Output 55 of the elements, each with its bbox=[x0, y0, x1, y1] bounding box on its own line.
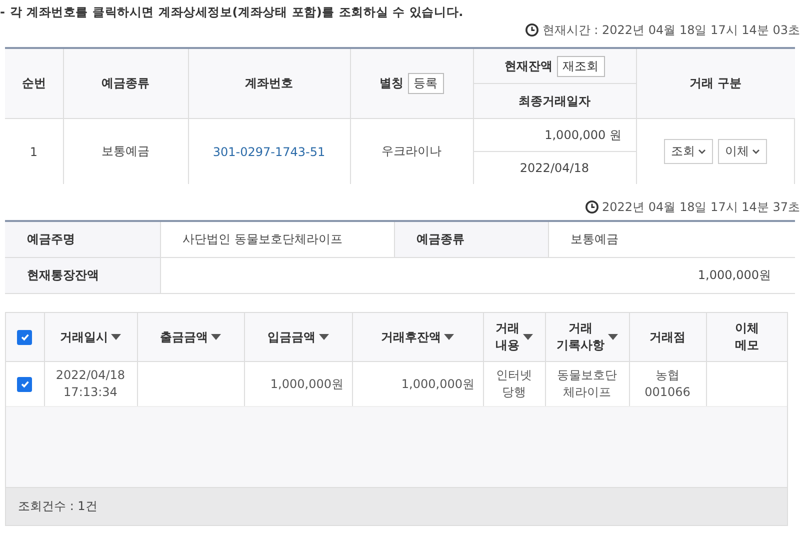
result-count: 조회건수 : 1건 bbox=[6, 487, 787, 525]
field-value: 1,000,000원 bbox=[160, 258, 795, 294]
table-cell: 1,000,000원 bbox=[270, 376, 344, 391]
refresh-button[interactable]: 재조회 bbox=[556, 56, 605, 76]
table-cell: 보통예금 bbox=[63, 118, 188, 184]
column-header: 거래점 bbox=[629, 313, 706, 362]
column-header: 별칭 bbox=[379, 76, 404, 90]
column-header: 계좌번호 bbox=[188, 48, 350, 118]
field-label: 예금종류 bbox=[394, 221, 548, 258]
table-cell: 우크라이나 bbox=[350, 118, 473, 184]
column-header[interactable]: 거래일시 bbox=[44, 313, 137, 362]
sort-icon[interactable] bbox=[522, 334, 532, 340]
current-time: 현재시간 : 2022년 04월 18일 17시 14분 03초 bbox=[542, 22, 800, 38]
column-header: 최종거래일자 bbox=[473, 84, 636, 118]
table-cell: 1,000,000원 bbox=[401, 376, 474, 391]
row-checkbox[interactable] bbox=[17, 376, 32, 392]
checkmark-icon bbox=[20, 332, 30, 342]
table-cell: 2022/04/18 17:13:34 bbox=[56, 368, 126, 399]
column-header: 현재잔액 bbox=[504, 58, 552, 72]
register-button[interactable]: 등록 bbox=[408, 73, 444, 94]
table-cell: 인터넷 당행 bbox=[496, 368, 532, 399]
lookup-time: 2022년 04월 18일 17시 14분 37초 bbox=[602, 198, 800, 216]
column-header: 이체 메모 bbox=[706, 313, 787, 362]
clock-icon bbox=[525, 23, 540, 37]
checkmark-icon bbox=[20, 379, 30, 390]
dropdown-button[interactable]: 이체 bbox=[718, 139, 767, 164]
field-value: 사단법인 동물보호단체라이프 bbox=[160, 221, 394, 258]
column-header: 순번 bbox=[5, 48, 63, 118]
field-label: 예금주명 bbox=[5, 221, 160, 258]
column-header[interactable]: 입금금액 bbox=[244, 313, 352, 362]
column-header[interactable]: 거래 내용 bbox=[483, 313, 545, 362]
sort-icon[interactable] bbox=[211, 334, 221, 340]
select-all-checkbox[interactable] bbox=[17, 330, 32, 345]
table-cell: 2022/04/18 bbox=[473, 152, 636, 184]
column-header[interactable]: 거래 기록사항 bbox=[545, 313, 629, 362]
caret-icon bbox=[752, 149, 760, 154]
notice-text: - 각 계좌번호를 클릭하시면 계좌상세정보(계좌상태 포함)를 조회하실 수 있습니다. bbox=[0, 4, 464, 21]
column-header[interactable]: 거래후잔액 bbox=[352, 313, 483, 362]
caret-icon bbox=[698, 149, 706, 154]
sort-icon[interactable] bbox=[608, 334, 618, 340]
sort-icon[interactable] bbox=[318, 334, 328, 340]
column-header: 거래 구분 bbox=[636, 48, 794, 118]
table-cell: 1,000,000 원 bbox=[473, 118, 636, 152]
field-label: 현재통장잔액 bbox=[5, 258, 160, 294]
sort-icon[interactable] bbox=[444, 334, 454, 340]
table-cell: 1 bbox=[5, 118, 63, 184]
sort-icon[interactable] bbox=[111, 334, 121, 340]
column-header[interactable]: 출금금액 bbox=[137, 313, 244, 362]
column-header: 예금종류 bbox=[63, 48, 188, 118]
field-value: 보통예금 bbox=[548, 221, 795, 258]
account-number-link[interactable]: 301-0297-1743-51 bbox=[212, 144, 326, 158]
table-cell: 농협 001066 bbox=[644, 368, 690, 399]
clock-icon bbox=[585, 200, 600, 214]
dropdown-button[interactable]: 조회 bbox=[664, 139, 713, 164]
table-cell: 동물보호단 체라이프 bbox=[557, 368, 617, 399]
